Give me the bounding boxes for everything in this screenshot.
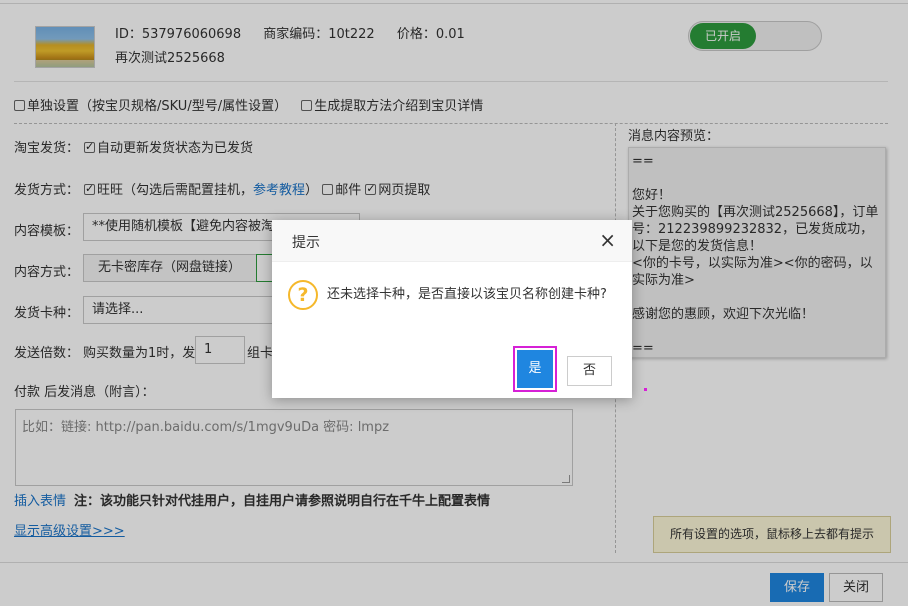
cursor-marker <box>644 388 647 391</box>
yes-button-highlight: 是 <box>513 346 557 392</box>
no-button[interactable]: 否 <box>567 356 612 386</box>
confirm-dialog: 提示 × ? 还未选择卡种，是否直接以该宝贝名称创建卡种? 是 否 <box>272 220 632 398</box>
dialog-header: 提示 × <box>272 220 632 262</box>
yes-button[interactable]: 是 <box>517 350 553 388</box>
question-icon: ? <box>288 280 318 310</box>
dialog-message: 还未选择卡种，是否直接以该宝贝名称创建卡种? <box>327 287 607 302</box>
close-icon[interactable]: × <box>599 228 616 252</box>
dialog-title: 提示 <box>292 235 320 251</box>
